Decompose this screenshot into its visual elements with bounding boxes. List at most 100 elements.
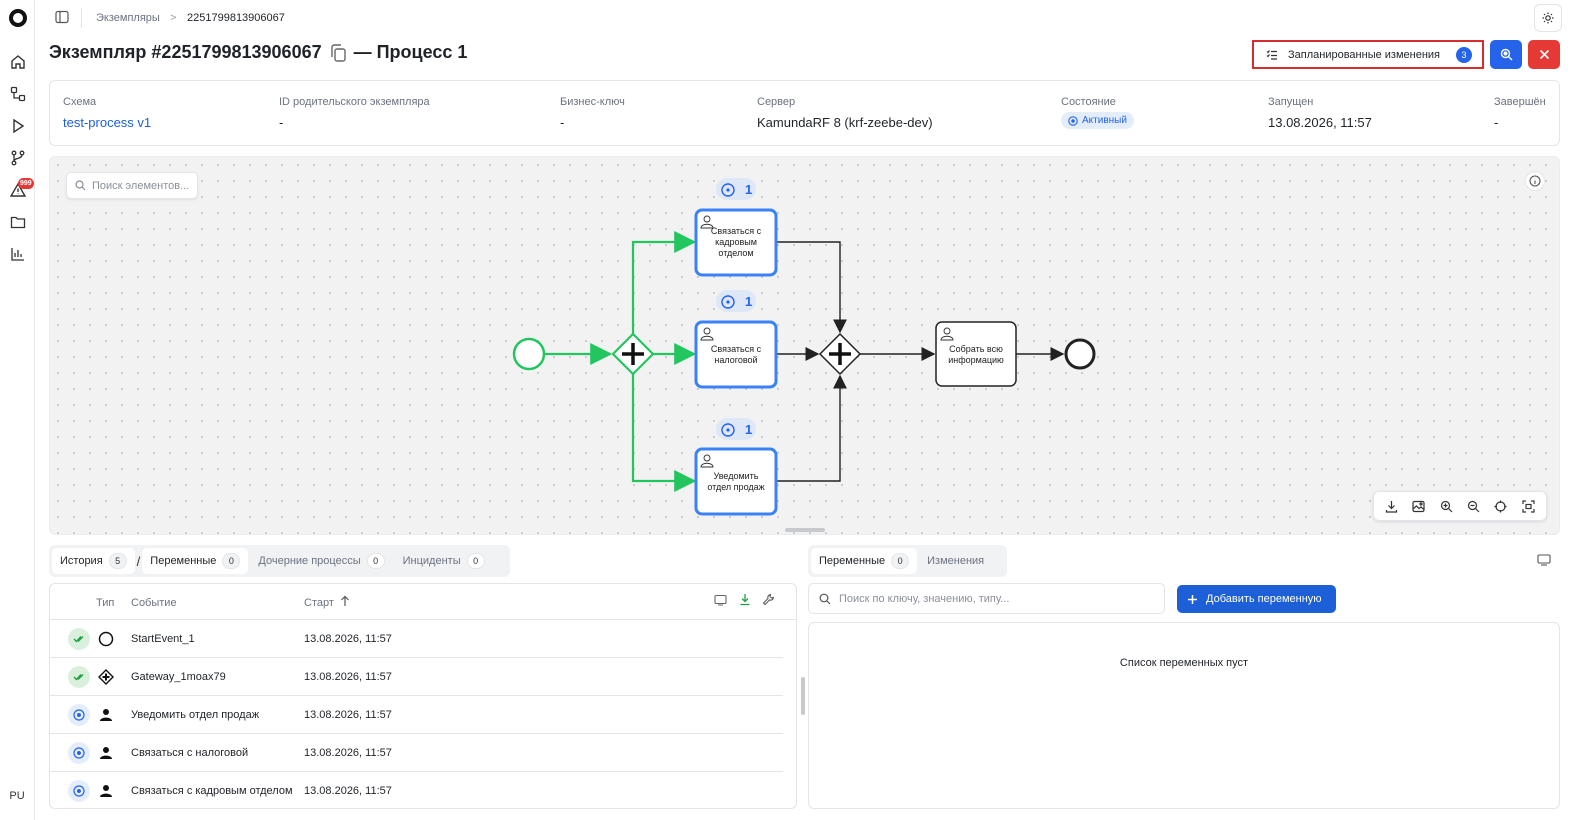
info-state-label: Состояние (1061, 96, 1116, 108)
tab-child-processes-count: 0 (366, 553, 385, 569)
folder-icon[interactable] (8, 212, 28, 232)
canvas-search-input[interactable]: Поиск элементов... (66, 172, 198, 199)
join-gateway[interactable] (818, 332, 862, 376)
title-instance: Экземпляр #2251799813906067 (49, 42, 322, 62)
tab-incidents[interactable]: Инциденты 0 (395, 548, 493, 574)
token-count-hr: 1 (745, 182, 752, 197)
zoom-out-icon[interactable] (1464, 496, 1484, 516)
download-icon[interactable] (1382, 496, 1402, 516)
zoom-search-icon (1500, 48, 1512, 61)
svg-text:Связаться сналоговой: Связаться с налоговой (711, 344, 762, 365)
info-parent-value: - (279, 115, 284, 130)
home-icon[interactable] (8, 52, 28, 72)
planned-changes-label: Запланированные изменения (1288, 48, 1441, 61)
breadcrumb-instances[interactable]: Экземпляры (96, 12, 160, 24)
planned-changes-button[interactable]: Запланированные изменения 3 (1252, 40, 1484, 69)
nav-rail: 999 PU (0, 0, 35, 820)
col-event[interactable]: Событие (131, 597, 177, 609)
play-icon[interactable] (8, 116, 28, 136)
history-event: Уведомить отдел продаж (131, 709, 260, 721)
info-business-key-label: Бизнес-ключ (560, 96, 625, 108)
info-business-key: Бизнес-ключ - (560, 96, 625, 130)
planned-changes-count: 3 (1456, 46, 1472, 63)
info-scheme: Схема test-process v1 (63, 96, 151, 130)
canvas-info-button[interactable] (1525, 171, 1545, 191)
info-icon (1529, 175, 1541, 187)
split-gateway[interactable] (611, 332, 655, 376)
tab-variables[interactable]: Переменные 0 (142, 548, 249, 574)
info-server-value: KamundaRF 8 (krf-zeebe-dev) (757, 115, 933, 130)
branch-icon[interactable] (8, 148, 28, 168)
variable-search-input[interactable] (839, 592, 1149, 605)
add-variable-label: Добавить переменную (1206, 593, 1322, 605)
zoom-in-icon[interactable] (1436, 496, 1456, 516)
tab-right-variables-count: 0 (891, 553, 910, 569)
table-row[interactable]: StartEvent_1 13.08.2026, 11:57 (50, 620, 783, 658)
variable-search-field[interactable] (808, 583, 1165, 614)
history-event: Связаться с налоговой (131, 747, 249, 759)
tab-history[interactable]: История 5 (52, 548, 135, 574)
instance-info-card: Схема test-process v1 ID родительского э… (49, 80, 1560, 146)
panel-toggle-icon[interactable] (1537, 554, 1553, 568)
history-tabs: История 5 / Переменные 0 Дочерние процес… (49, 545, 510, 577)
info-started: Запущен 13.08.2026, 11:57 (1268, 96, 1372, 130)
panel-splitter[interactable] (801, 677, 805, 715)
table-row[interactable]: Связаться с налоговой 13.08.2026, 11:57 (50, 734, 783, 772)
theme-toggle-button[interactable] (1534, 4, 1562, 32)
app-logo[interactable] (9, 9, 27, 27)
fit-view-icon[interactable] (1518, 496, 1538, 516)
add-variable-button[interactable]: Добавить переменную (1177, 585, 1336, 613)
task-collect[interactable]: Собрать всю информацию (935, 321, 1017, 387)
task-sales[interactable]: Уведомить отдел продаж (694, 447, 778, 516)
table-row[interactable]: Уведомить отдел продаж 13.08.2026, 11:57 (50, 696, 783, 734)
tab-changes[interactable]: Изменения (919, 548, 992, 574)
sort-asc-icon[interactable] (340, 595, 350, 610)
svg-text:Собрать всюинформацию: Собрать всю информацию (948, 344, 1004, 365)
tab-right-variables[interactable]: Переменные 0 (811, 548, 918, 574)
diagram-icon[interactable] (8, 84, 28, 104)
search-icon (75, 180, 86, 191)
page-title: Экземпляр #2251799813906067 — Процесс 1 (49, 42, 467, 63)
settings-wrench-icon[interactable] (762, 593, 775, 609)
user-task-icon (98, 745, 114, 761)
col-type[interactable]: Тип (96, 597, 114, 609)
info-scheme-link[interactable]: test-process v1 (63, 115, 151, 130)
columns-icon[interactable] (714, 594, 727, 609)
end-event[interactable] (1064, 338, 1096, 370)
export-image-icon[interactable] (1409, 496, 1429, 516)
table-row[interactable]: Связаться с кадровым отделом 13.08.2026,… (50, 772, 783, 808)
notification-badge: 999 (18, 178, 34, 189)
recenter-icon[interactable] (1491, 496, 1511, 516)
inspect-button[interactable] (1490, 40, 1522, 69)
tab-child-processes[interactable]: Дочерние процессы 0 (250, 548, 392, 574)
copy-icon[interactable] (328, 43, 348, 63)
info-finished-label: Завершён (1494, 96, 1546, 108)
history-start: 13.08.2026, 11:57 (304, 785, 392, 797)
task-tax[interactable]: Связаться с налоговой (694, 320, 778, 389)
user-avatar[interactable]: PU (5, 786, 29, 806)
info-parent: ID родительского экземпляра - (279, 96, 430, 130)
info-business-key-value: - (560, 115, 565, 130)
cancel-instance-button[interactable] (1528, 40, 1560, 69)
info-finished-value: - (1494, 115, 1499, 130)
start-event[interactable] (512, 337, 546, 371)
status-badge-label: Активный (1082, 115, 1127, 126)
tab-right-variables-label: Переменные (819, 555, 886, 567)
bpmn-diagram: Связаться с кадровым отделом Связаться с на… (512, 178, 1096, 516)
info-finished: Завершён - (1494, 96, 1546, 130)
sequence-flows (777, 241, 1065, 482)
chart-icon[interactable] (8, 244, 28, 264)
history-start: 13.08.2026, 11:57 (304, 747, 392, 759)
canvas-resize-handle[interactable] (785, 528, 825, 532)
table-row[interactable]: Gateway_1moax79 13.08.2026, 11:57 (50, 658, 783, 696)
info-state: Состояние Активный (1061, 96, 1134, 129)
task-hr[interactable]: Связаться с кадровым отделом (694, 208, 778, 277)
title-process: — Процесс 1 (353, 42, 468, 62)
export-download-icon[interactable] (739, 593, 751, 609)
status-completed-icon (68, 666, 90, 688)
token-count-tax: 1 (745, 294, 752, 309)
history-start: 13.08.2026, 11:57 (304, 633, 392, 645)
col-start[interactable]: Старт (304, 597, 334, 609)
sidebar-toggle-icon[interactable] (55, 10, 69, 24)
token-badge-hr: 1 (716, 178, 756, 200)
